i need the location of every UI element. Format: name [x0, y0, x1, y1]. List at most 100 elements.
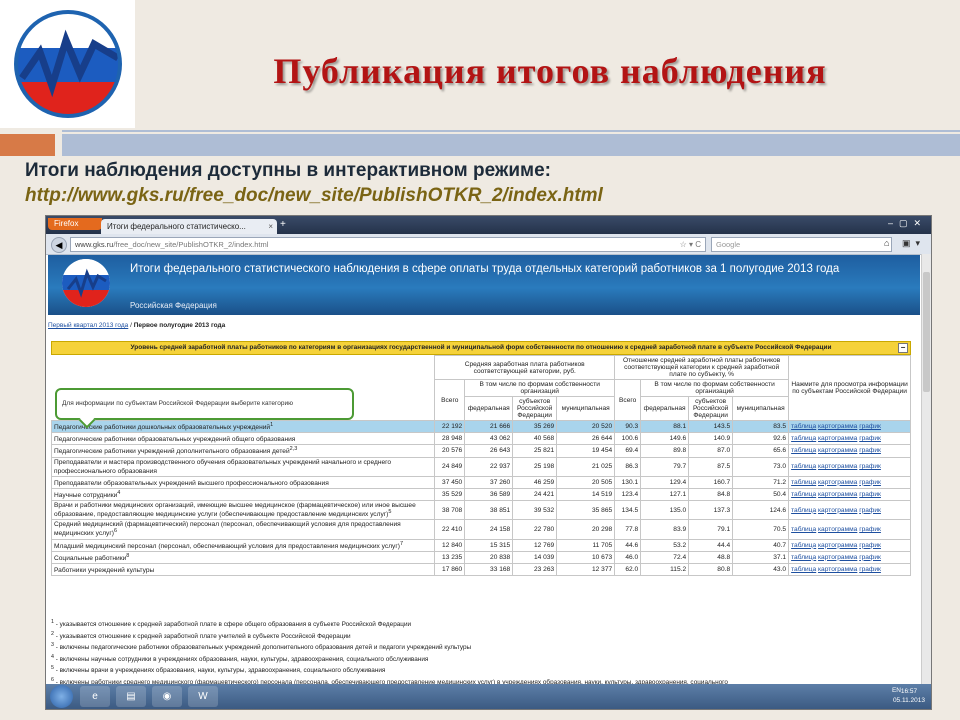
value-cell: 149.6: [640, 432, 690, 446]
category-name[interactable]: Работники учреждений культуры: [50, 562, 436, 577]
scrollbar[interactable]: [921, 254, 931, 684]
value-cell: 80.8: [688, 562, 734, 577]
value-cell: 20 520: [556, 419, 616, 434]
table-row[interactable]: Работники учреждений культуры 17 860 33 16…: [50, 562, 911, 577]
table-link[interactable]: таблица: [791, 435, 816, 442]
table-row[interactable]: Педагогические работники образовательных…: [50, 432, 911, 446]
map-link[interactable]: картограмма: [818, 463, 857, 470]
graph-link[interactable]: график: [859, 542, 881, 549]
header-subjects: субъектов Российской Федерации: [688, 396, 734, 421]
action-links: таблица картограмма график: [788, 538, 911, 552]
table-row[interactable]: Преподаватели и мастера производственног…: [50, 456, 911, 477]
header-municipal: муниципальная: [732, 396, 790, 421]
category-name[interactable]: Педагогические работники учреждений допо…: [50, 444, 436, 458]
header-federal: федеральная: [640, 396, 690, 421]
collapse-icon[interactable]: −: [898, 343, 908, 353]
table-row[interactable]: Врачи и работники медицинских организаци…: [50, 500, 911, 521]
graph-link[interactable]: график: [859, 554, 881, 561]
toolbar-icons[interactable]: ⌂ ▣▾: [884, 238, 925, 249]
table-link[interactable]: таблица: [791, 491, 816, 498]
value-cell: 22 410: [434, 519, 466, 540]
map-link[interactable]: картограмма: [818, 435, 857, 442]
value-cell: 24 421: [512, 487, 558, 502]
value-cell: 20 838: [464, 550, 514, 564]
value-cell: 36 589: [464, 487, 514, 502]
table-link[interactable]: таблица: [791, 447, 816, 454]
map-link[interactable]: картограмма: [818, 479, 857, 486]
clock[interactable]: 16:57 05.11.2013: [893, 687, 925, 705]
firefox-menu-button[interactable]: Firefox: [48, 218, 102, 230]
slide-subtitle: Итоги наблюдения доступны в интерактивно…: [25, 160, 551, 181]
category-name[interactable]: Младший медицинский персонал (персонал, …: [50, 538, 436, 552]
footnote-ref: 4: [117, 489, 121, 496]
table-link[interactable]: таблица: [791, 463, 816, 470]
table-link[interactable]: таблица: [791, 554, 816, 561]
browser-tab[interactable]: Итоги федерального статистическо... ×: [101, 219, 277, 234]
graph-link[interactable]: график: [859, 435, 881, 442]
map-link[interactable]: картограмма: [818, 507, 857, 514]
table-link[interactable]: таблица: [791, 526, 816, 533]
close-icon[interactable]: ×: [268, 219, 273, 234]
table-row[interactable]: Педагогические работники учреждений допо…: [50, 444, 911, 458]
reload-icon[interactable]: ☆ ▾ C: [680, 238, 701, 251]
value-cell: 24 849: [434, 456, 466, 477]
search-input[interactable]: Google: [711, 237, 892, 252]
category-name[interactable]: Педагогические работники дошкольных обра…: [50, 419, 436, 434]
graph-link[interactable]: график: [859, 566, 881, 573]
address-bar[interactable]: www.gks.ru/free_doc/new_site/PublishOTKR…: [70, 237, 706, 252]
value-cell: 12 377: [556, 562, 616, 577]
explorer-icon[interactable]: ▤: [116, 686, 146, 707]
category-name[interactable]: Педагогические работники образовательных…: [50, 432, 436, 446]
table-link[interactable]: таблица: [791, 479, 816, 486]
start-button[interactable]: [50, 685, 73, 708]
header-subjects: субъектов Российской Федерации: [512, 396, 558, 421]
table-row[interactable]: Социальные работники8 13 235 20 838 14 039 1…: [50, 550, 911, 564]
category-name[interactable]: Научные сотрудники4: [50, 487, 436, 502]
table-row[interactable]: Педагогические работники дошкольных обра…: [50, 419, 911, 434]
header-total: Всего: [614, 379, 642, 421]
graph-link[interactable]: график: [859, 507, 881, 514]
value-cell: 84.8: [688, 487, 734, 502]
graph-link[interactable]: график: [859, 491, 881, 498]
table-link[interactable]: таблица: [791, 423, 816, 430]
graph-link[interactable]: график: [859, 526, 881, 533]
map-link[interactable]: картограмма: [818, 542, 857, 549]
firefox-icon[interactable]: ◉: [152, 686, 182, 707]
category-name[interactable]: Преподаватели и мастера производственног…: [50, 456, 436, 477]
breadcrumb-link[interactable]: Первый квартал 2013 года: [48, 322, 128, 329]
table-link[interactable]: таблица: [791, 542, 816, 549]
map-link[interactable]: картограмма: [818, 491, 857, 498]
value-cell: 40 568: [512, 432, 558, 446]
table-link[interactable]: таблица: [791, 507, 816, 514]
graph-link[interactable]: график: [859, 423, 881, 430]
divider-line: [62, 130, 960, 132]
category-name[interactable]: Социальные работники8: [50, 550, 436, 564]
map-link[interactable]: картограмма: [818, 554, 857, 561]
new-tab-icon[interactable]: +: [280, 219, 286, 230]
scrollbar-thumb[interactable]: [923, 272, 930, 392]
graph-link[interactable]: график: [859, 447, 881, 454]
graph-link[interactable]: график: [859, 479, 881, 486]
map-link[interactable]: картограмма: [818, 566, 857, 573]
map-link[interactable]: картограмма: [818, 526, 857, 533]
table-row[interactable]: Средний медицинский (фармацевтический) п…: [50, 519, 911, 540]
window-controls[interactable]: –▢✕: [888, 218, 927, 229]
value-cell: 19 454: [556, 444, 616, 458]
category-name[interactable]: Преподаватели образовательных учреждений…: [50, 475, 436, 489]
slide-url[interactable]: http://www.gks.ru/free_doc/new_site/Publ…: [25, 185, 603, 207]
table-row[interactable]: Младший медицинский персонал (персонал, …: [50, 538, 911, 552]
value-cell: 37 450: [434, 475, 466, 489]
ie-icon[interactable]: e: [80, 686, 110, 707]
map-link[interactable]: картограмма: [818, 447, 857, 454]
map-link[interactable]: картограмма: [818, 423, 857, 430]
table-link[interactable]: таблица: [791, 566, 816, 573]
back-arrow-icon[interactable]: ◀: [51, 237, 67, 253]
table-row[interactable]: Преподаватели образовательных учреждений…: [50, 475, 911, 489]
section-header[interactable]: Уровень средней заработной платы работни…: [51, 341, 911, 355]
word-icon[interactable]: W: [188, 686, 218, 707]
footnote-ref: 2,3: [289, 446, 298, 453]
category-name[interactable]: Средний медицинский (фармацевтический) п…: [50, 519, 436, 540]
table-row[interactable]: Научные сотрудники4 35 529 36 589 24 421 14 …: [50, 487, 911, 502]
category-name[interactable]: Врачи и работники медицинских организаци…: [50, 500, 436, 521]
graph-link[interactable]: график: [859, 463, 881, 470]
